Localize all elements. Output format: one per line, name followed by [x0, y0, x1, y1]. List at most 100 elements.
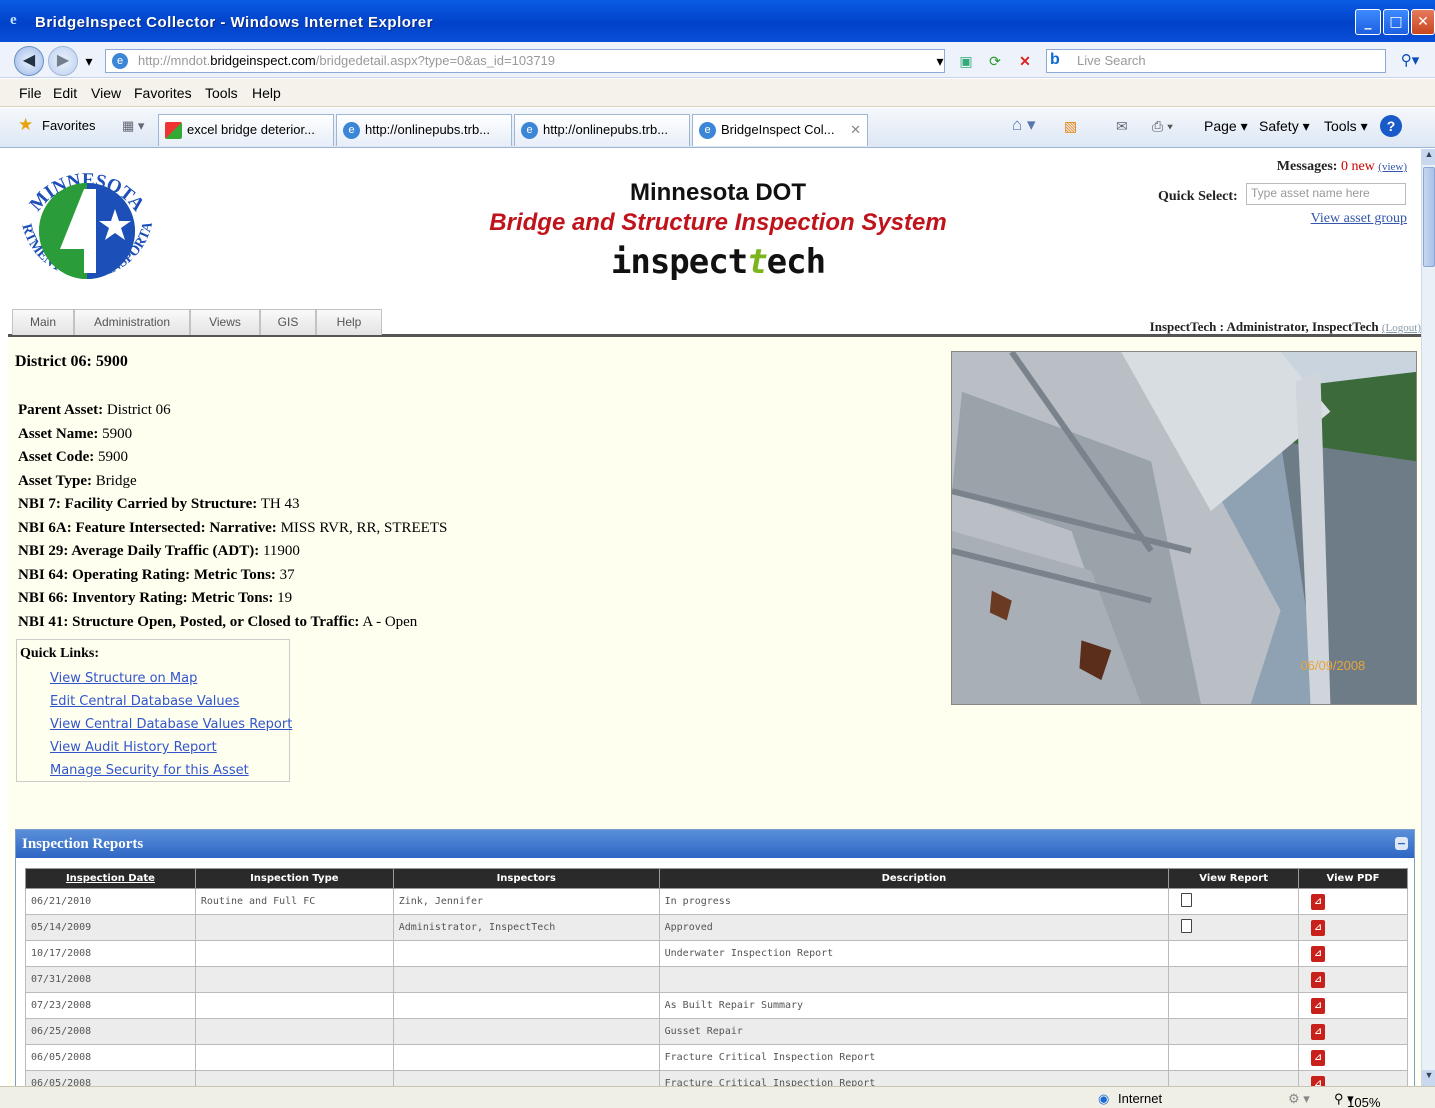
- tools-menu[interactable]: Tools ▾: [1324, 118, 1368, 135]
- asset-property: Asset Type: Bridge: [18, 470, 447, 494]
- cell-view-pdf: ⊿: [1298, 1018, 1408, 1045]
- pdf-icon[interactable]: ⊿: [1311, 1023, 1326, 1040]
- safety-menu[interactable]: Safety ▾: [1259, 118, 1310, 135]
- column-inspection-date[interactable]: Inspection Date: [25, 868, 196, 889]
- favorites-star-icon[interactable]: ★: [18, 115, 33, 135]
- security-zone: Internet: [1118, 1091, 1163, 1106]
- pdf-icon[interactable]: ⊿: [1311, 893, 1326, 910]
- view-audit-history-link[interactable]: View Audit History Report: [50, 740, 217, 755]
- view-report-icon[interactable]: [1181, 919, 1193, 933]
- nav-tab-views[interactable]: Views: [190, 309, 260, 335]
- tab-bridgeinspect[interactable]: e BridgeInspect Col... ✕: [692, 114, 868, 146]
- search-icon[interactable]: ⚲▾: [1392, 50, 1428, 72]
- back-button[interactable]: ◀: [14, 46, 44, 76]
- pdf-icon[interactable]: ⊿: [1311, 945, 1326, 962]
- scroll-up-icon[interactable]: ▲: [1422, 149, 1435, 165]
- cell-view-report: [1168, 992, 1300, 1019]
- cell-date: 06/05/2008: [25, 1044, 196, 1071]
- search-input[interactable]: b Live Search: [1046, 49, 1386, 73]
- menu-view[interactable]: View: [91, 85, 121, 101]
- tab-onlinepubs-2[interactable]: e http://onlinepubs.trb...: [514, 114, 690, 146]
- cell-type: [194, 1044, 394, 1071]
- table-row: 06/05/2008 Fracture Critical Inspection R…: [25, 1070, 1408, 1086]
- maximize-button[interactable]: □: [1383, 9, 1409, 35]
- nav-tab-administration[interactable]: Administration: [74, 309, 190, 335]
- cell-view-report: [1168, 1070, 1300, 1086]
- asset-property-value: 5900: [98, 449, 128, 465]
- view-central-db-report-link[interactable]: View Central Database Values Report: [50, 717, 292, 732]
- inspection-reports-title: Inspection Reports: [22, 836, 144, 852]
- manage-security-link[interactable]: Manage Security for this Asset: [50, 763, 249, 778]
- nav-tab-help[interactable]: Help: [316, 309, 382, 335]
- messages-view-link[interactable]: (view): [1378, 161, 1407, 173]
- nav-tab-gis[interactable]: GIS: [260, 309, 316, 335]
- main-nav: Main Administration Views GIS Help: [12, 309, 382, 335]
- view-report-icon[interactable]: [1181, 893, 1193, 907]
- asset-property-label: Asset Code:: [18, 449, 95, 465]
- url-dropdown-icon[interactable]: ▾: [929, 50, 951, 72]
- quick-select-input[interactable]: Type asset name here: [1246, 183, 1406, 205]
- cell-type: [194, 1070, 394, 1086]
- favorites-button[interactable]: Favorites: [42, 118, 95, 133]
- feeds-icon[interactable]: ▧: [1064, 118, 1077, 135]
- asset-property-label: NBI 41: Structure Open, Posted, or Close…: [18, 613, 360, 630]
- edit-central-db-link[interactable]: Edit Central Database Values: [50, 694, 239, 709]
- google-icon: [165, 122, 182, 139]
- vertical-scrollbar[interactable]: ▲ ▼: [1421, 149, 1435, 1086]
- home-icon[interactable]: ⌂ ▾: [1012, 115, 1036, 135]
- asset-property: NBI 66: Inventory Rating: Metric Tons: 1…: [18, 587, 447, 611]
- pdf-icon[interactable]: ⊿: [1311, 1075, 1326, 1086]
- view-asset-group-link[interactable]: View asset group: [1311, 211, 1407, 227]
- scroll-down-icon[interactable]: ▼: [1422, 1070, 1435, 1086]
- cell-view-report: [1168, 914, 1300, 941]
- cell-view-pdf: ⊿: [1298, 940, 1408, 967]
- pdf-icon[interactable]: ⊿: [1311, 997, 1326, 1014]
- pdf-icon[interactable]: ⊿: [1311, 971, 1326, 988]
- cell-date: 07/23/2008: [25, 992, 196, 1019]
- collapse-panel-icon[interactable]: −: [1395, 837, 1408, 850]
- quick-tabs-icon[interactable]: ▦ ▾: [122, 118, 144, 134]
- cell-date: 06/05/2008: [25, 1070, 196, 1086]
- protected-mode-icon[interactable]: ⚙ ▾: [1288, 1091, 1310, 1107]
- cell-view-report: [1168, 1018, 1300, 1045]
- cell-description: As Built Repair Summary: [658, 992, 1170, 1019]
- cell-view-report: [1168, 940, 1300, 967]
- minimize-button[interactable]: _: [1355, 9, 1381, 35]
- address-bar: ◀ ▶ ▾ e http://mndot.bridgeinspect.com/b…: [0, 42, 1435, 78]
- tab-onlinepubs-1[interactable]: e http://onlinepubs.trb...: [336, 114, 512, 146]
- menu-edit[interactable]: Edit: [53, 85, 77, 101]
- pdf-icon[interactable]: ⊿: [1311, 919, 1326, 936]
- scroll-thumb[interactable]: [1423, 167, 1435, 267]
- refresh-icon[interactable]: ⟳: [984, 50, 1006, 72]
- zoom-level[interactable]: ⚲ 105% ▾: [1334, 1091, 1380, 1108]
- tab-excel-bridge[interactable]: excel bridge deterior...: [158, 114, 334, 146]
- print-icon[interactable]: ⎙ ▾: [1152, 118, 1173, 135]
- menu-help[interactable]: Help: [252, 85, 281, 101]
- url-input[interactable]: e http://mndot.bridgeinspect.com/bridged…: [105, 49, 945, 73]
- cell-view-pdf: ⊿: [1298, 1070, 1408, 1086]
- nav-tab-main[interactable]: Main: [12, 309, 74, 335]
- close-tab-icon[interactable]: ✕: [850, 115, 861, 145]
- quick-links-title: Quick Links:: [20, 646, 99, 661]
- menu-file[interactable]: File: [19, 85, 42, 101]
- page-menu[interactable]: Page ▾: [1204, 118, 1248, 135]
- column-inspectors: Inspectors: [392, 868, 660, 889]
- window-title: BridgeInspect Collector - Windows Intern…: [35, 14, 433, 31]
- compatibility-icon[interactable]: ▣: [955, 50, 977, 72]
- mail-icon[interactable]: ✉: [1116, 118, 1128, 135]
- stop-icon[interactable]: ✕: [1014, 50, 1036, 72]
- help-icon[interactable]: ?: [1380, 115, 1402, 137]
- view-structure-map-link[interactable]: View Structure on Map: [50, 671, 197, 686]
- logout-link[interactable]: (Logout): [1382, 322, 1421, 334]
- menu-tools[interactable]: Tools: [205, 85, 238, 101]
- cell-type: Routine and Full FC: [194, 888, 394, 915]
- recent-pages-dropdown-icon[interactable]: ▾: [78, 50, 100, 72]
- close-window-button[interactable]: ✕: [1411, 9, 1435, 35]
- cell-view-report: [1168, 888, 1300, 915]
- cell-type: [194, 914, 394, 941]
- menu-favorites[interactable]: Favorites: [134, 85, 192, 101]
- messages-label: Messages:: [1276, 159, 1338, 174]
- pdf-icon[interactable]: ⊿: [1311, 1049, 1326, 1066]
- forward-button[interactable]: ▶: [48, 46, 78, 76]
- asset-property-value: Bridge: [95, 472, 137, 489]
